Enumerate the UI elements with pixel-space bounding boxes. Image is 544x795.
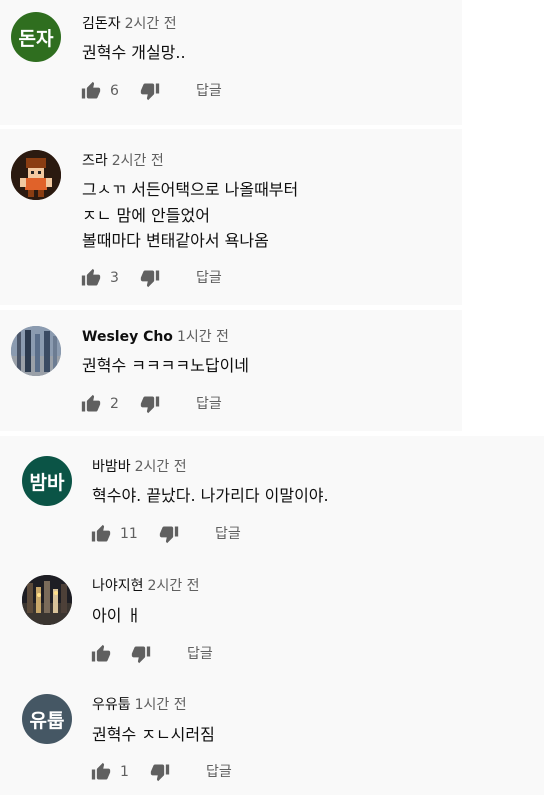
reply-button[interactable]: 답글 [215,524,241,544]
comment-text: 권혁수 ㅈㄴ시러짐 [92,722,215,748]
comment-actions: 11 답글 [91,524,291,546]
like-count: 1 [120,764,129,780]
photo-avatar-icon [11,326,61,376]
comment-actions: 답글 [91,644,291,666]
like-count: 2 [110,396,119,412]
comment-timestamp[interactable]: 2시간 전 [125,16,177,32]
author-name[interactable]: 우유툽 [92,697,131,713]
comment-text: 권혁수 ㅋㅋㅋㅋ노답이네 [82,353,249,379]
avatar[interactable]: 밤바 [22,456,72,506]
comment-text-line: 권혁수 개실망.. [82,43,186,62]
comment-timestamp[interactable]: 2시간 전 [135,459,187,475]
avatar-initials: 유툽 [29,709,65,732]
comment-header: 바밤바 2시간 전 [92,458,187,476]
comment-text-line: 권혁수 ㅋㅋㅋㅋ노답이네 [82,356,250,375]
comment-card: Wesley Cho 1시간 전 권혁수 ㅋㅋㅋㅋ노답이네 2 답글 [0,310,462,431]
reply-button[interactable]: 답글 [196,81,222,101]
comment-header: 즈라 2시간 전 [82,152,164,170]
reply-button[interactable]: 답글 [187,644,213,664]
thumbs-down-icon[interactable] [131,644,151,664]
reply-button[interactable]: 답글 [196,394,222,414]
reply-button[interactable]: 답글 [206,762,232,782]
comment-actions: 1 답글 [91,762,291,784]
like-count: 3 [110,270,119,286]
thumbs-up-icon[interactable] [91,524,111,544]
comment-timestamp[interactable]: 1시간 전 [177,329,229,345]
comment-card: 돈자 김돈자 2시간 전 권혁수 개실망.. 6 답글 [0,0,462,125]
like-count: 11 [120,526,138,542]
photo-avatar-icon [22,575,72,625]
comment-text-line: 볼때마다 변태같아서 욕나옴 [82,231,269,250]
pixel-character-icon [11,150,61,200]
comment-actions: 3 답글 [81,268,281,290]
comment-actions: 6 답글 [81,81,281,103]
avatar[interactable] [11,326,61,376]
comment-text-line: ㅈㄴ 맘에 안들었어 [82,205,210,225]
comment-text-line: 그ㅅㄲ 서든어택으로 나올때부터 [82,180,299,199]
comment-actions: 2 답글 [81,394,281,416]
comment-header: 나야지현 2시간 전 [92,577,200,595]
comment-header: 우유툽 1시간 전 [92,696,187,714]
comment-text-line: 권혁수 ㅈㄴ시러짐 [92,725,215,744]
author-name[interactable]: 김돈자 [82,16,121,32]
comment-timestamp[interactable]: 2시간 전 [148,578,200,594]
thumbs-up-icon[interactable] [81,268,101,288]
comment-text: 그ㅅㄲ 서든어택으로 나올때부터 ㅈㄴ 맘에 안들었어 볼때마다 변태같아서 욕… [82,177,298,254]
author-name[interactable]: 즈라 [82,153,108,169]
avatar-initials: 돈자 [18,27,54,50]
avatar[interactable] [22,575,72,625]
comment-header: 김돈자 2시간 전 [82,15,177,33]
avatar[interactable]: 유툽 [22,694,72,744]
author-name[interactable]: 나야지현 [92,578,144,594]
thumbs-down-icon[interactable] [159,524,179,544]
thumbs-down-icon[interactable] [140,394,160,414]
thumbs-down-icon[interactable] [140,268,160,288]
comment-card: 즈라 2시간 전 그ㅅㄲ 서든어택으로 나올때부터 ㅈㄴ 맘에 안들었어 볼때마다… [0,129,462,305]
comment-header: Wesley Cho 1시간 전 [82,328,229,346]
comment-text-line: 혁수야. 끝났다. 나가리다 이말이야. [92,486,329,505]
comment-text: 권혁수 개실망.. [82,40,186,66]
author-name[interactable]: Wesley Cho [82,329,173,345]
thumbs-up-icon[interactable] [81,81,101,101]
avatar[interactable] [11,150,61,200]
comment-text: 아이 ㅐ [92,603,141,629]
avatar-initials: 밤바 [29,471,65,494]
comment-text: 혁수야. 끝났다. 나가리다 이말이야. [92,483,329,509]
author-name[interactable]: 바밤바 [92,459,131,475]
reply-button[interactable]: 답글 [196,268,222,288]
replies-section: 밤바 바밤바 2시간 전 혁수야. 끝났다. 나가리다 이말이야. 11 답글 나… [0,436,544,795]
comment-text-line: 아이 ㅐ [92,606,142,625]
thumbs-up-icon[interactable] [81,394,101,414]
thumbs-down-icon[interactable] [150,762,170,782]
comment-timestamp[interactable]: 2시간 전 [112,153,164,169]
comment-timestamp[interactable]: 1시간 전 [135,697,187,713]
thumbs-up-icon[interactable] [91,644,111,664]
avatar[interactable]: 돈자 [11,12,61,62]
like-count: 6 [110,83,119,99]
thumbs-up-icon[interactable] [91,762,111,782]
thumbs-down-icon[interactable] [140,81,160,101]
